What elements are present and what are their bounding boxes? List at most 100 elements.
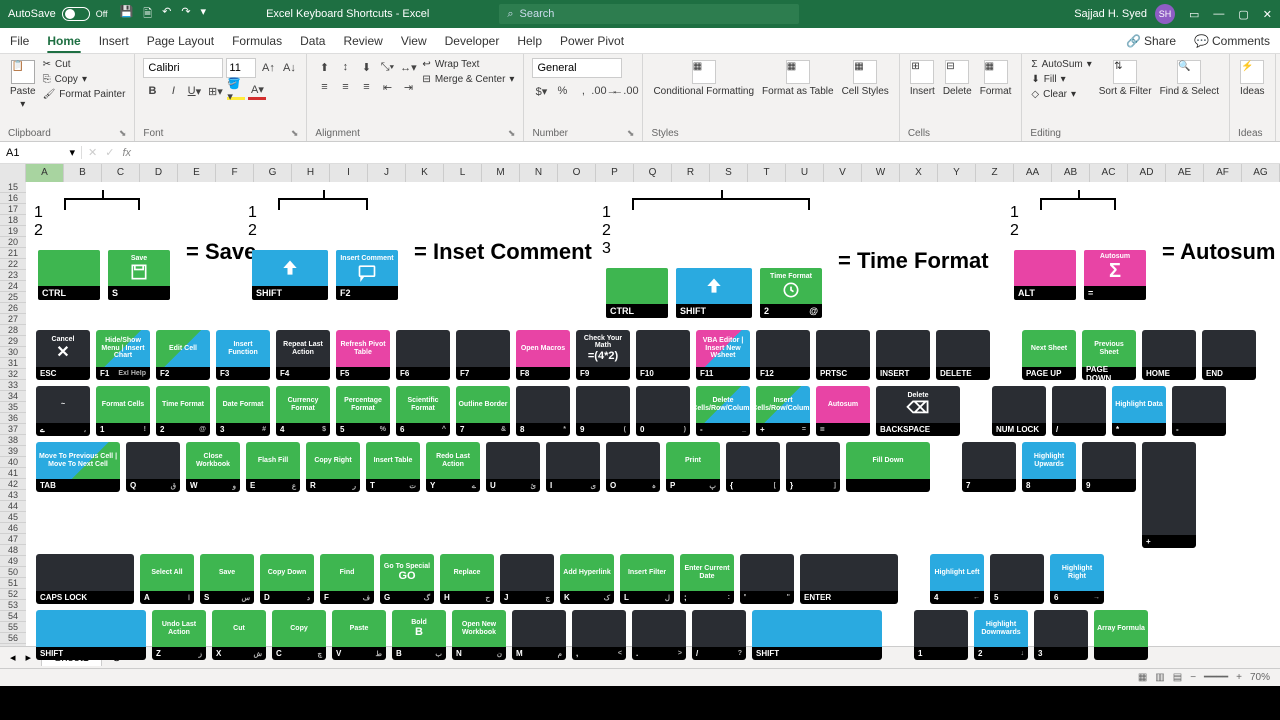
bold-button[interactable]: B <box>143 82 161 100</box>
sheet-nav-prev-icon[interactable]: ◂ <box>10 651 16 664</box>
view-break-icon[interactable]: ▤ <box>1173 672 1182 683</box>
fill-color-button[interactable]: 🪣▾ <box>227 82 245 100</box>
tab-insert[interactable]: Insert <box>99 34 129 48</box>
cut-button[interactable]: ✂ Cut <box>42 58 127 71</box>
font-dialog-icon[interactable]: ⬊ <box>291 128 299 139</box>
search-box[interactable]: ⌕ Search <box>499 4 799 24</box>
copy-button[interactable]: ⎘ Copy ▾ <box>42 73 127 86</box>
paste-button[interactable]: 📋Paste▾ <box>8 58 38 112</box>
zoom-out-icon[interactable]: − <box>1190 672 1196 683</box>
italic-button[interactable]: I <box>164 82 182 100</box>
merge-center-button[interactable]: ⊟ Merge & Center ▾ <box>421 73 515 86</box>
align-right-icon[interactable]: ≡ <box>357 78 375 96</box>
tab-page-layout[interactable]: Page Layout <box>147 34 214 48</box>
clipboard-dialog-icon[interactable]: ⬊ <box>119 128 127 139</box>
inc-decimal-icon[interactable]: .00→ <box>595 82 613 100</box>
align-middle-icon[interactable]: ↕ <box>336 58 354 76</box>
format-cells-button[interactable]: ▦Format <box>978 58 1014 99</box>
conditional-formatting-button[interactable]: ▦Conditional Formatting <box>651 58 756 99</box>
worksheet[interactable]: 1 2 CTRL SaveS = Save 1 2 SHIFT Insert C… <box>26 182 1280 646</box>
zoom-in-icon[interactable]: + <box>1236 672 1242 683</box>
minimize-icon[interactable]: — <box>1213 8 1224 21</box>
keycap-3: Date Format3# <box>216 386 270 436</box>
alignment-dialog-icon[interactable]: ⬊ <box>508 128 516 139</box>
qat-dropdown-icon[interactable]: ▾ <box>201 5 207 24</box>
tab-data[interactable]: Data <box>300 34 325 48</box>
view-normal-icon[interactable]: ▦ <box>1138 672 1147 683</box>
align-center-icon[interactable]: ≡ <box>336 78 354 96</box>
keycap-8: 8* <box>516 386 570 436</box>
keycap-r: Copy RightRر <box>306 442 360 492</box>
align-left-icon[interactable]: ≡ <box>315 78 333 96</box>
status-bar: ▦ ▥ ▤ − ━━━━ + 70% <box>0 668 1280 686</box>
percent-icon[interactable]: % <box>553 82 571 100</box>
font-name-input[interactable] <box>143 58 223 78</box>
view-layout-icon[interactable]: ▥ <box>1155 672 1164 683</box>
redo-icon[interactable]: ↷ <box>181 5 190 24</box>
indent-inc-icon[interactable]: ⇥ <box>399 78 417 96</box>
fx-enter-icon[interactable]: ✓ <box>105 146 114 159</box>
row-headers[interactable]: 1516171819202122232425262728293031323334… <box>0 182 26 646</box>
decrease-font-icon[interactable]: A↓ <box>280 59 298 77</box>
keycap-n: Open New WorkbookNن <box>452 610 506 660</box>
indent-dec-icon[interactable]: ⇤ <box>378 78 396 96</box>
font-size-input[interactable] <box>226 58 256 78</box>
tab-power-pivot[interactable]: Power Pivot <box>560 34 624 48</box>
wrap-text-button[interactable]: ↩ Wrap Text <box>421 58 515 71</box>
ribbon: 📋Paste▾ ✂ Cut ⎘ Copy ▾ 🖌 Format Painter … <box>0 54 1280 142</box>
format-as-table-button[interactable]: ▦Format as Table <box>760 58 836 99</box>
undo-icon[interactable]: ↶ <box>162 5 171 24</box>
align-bottom-icon[interactable]: ⬇ <box>357 58 375 76</box>
numpad-1: 1 <box>914 610 968 660</box>
keycap-q: Qق <box>126 442 180 492</box>
comments-button[interactable]: 💬 Comments <box>1194 34 1270 48</box>
zoom-level[interactable]: 70% <box>1250 672 1270 683</box>
tab-formulas[interactable]: Formulas <box>232 34 282 48</box>
keycap-i: Iی <box>546 442 600 492</box>
tab-developer[interactable]: Developer <box>445 34 500 48</box>
tab-review[interactable]: Review <box>343 34 382 48</box>
delete-cells-button[interactable]: ⊟Delete <box>941 58 974 99</box>
tab-help[interactable]: Help <box>517 34 542 48</box>
cell-styles-button[interactable]: ▦Cell Styles <box>840 58 891 99</box>
keycap-s: SaveSس <box>200 554 254 604</box>
column-headers[interactable]: ABCDEFGHIJKLMNOPQRSTUVWXYZAAABACADAEAFAG <box>0 164 1280 182</box>
maximize-icon[interactable]: ▢ <box>1238 8 1248 21</box>
ribbon-mode-icon[interactable]: ▭ <box>1189 8 1199 21</box>
align-top-icon[interactable]: ⬆ <box>315 58 333 76</box>
user-account[interactable]: Sajjad H. Syed SH <box>1074 4 1175 24</box>
keycap--: Delete Cells/Row/Column-_ <box>696 386 750 436</box>
tab-home[interactable]: Home <box>47 34 80 48</box>
fill-button[interactable]: ⬇ Fill ▾ <box>1030 73 1092 86</box>
border-button[interactable]: ⊞▾ <box>206 82 224 100</box>
autosum-button[interactable]: Σ AutoSum ▾ <box>1030 58 1092 71</box>
increase-font-icon[interactable]: A↑ <box>259 59 277 77</box>
save-icon[interactable]: 💾 <box>120 5 134 24</box>
name-box[interactable]: A1▾ <box>0 146 82 159</box>
tab-file[interactable]: File <box>10 34 29 48</box>
clear-button[interactable]: ◇ Clear ▾ <box>1030 88 1092 101</box>
font-color-button[interactable]: A▾ <box>248 82 266 100</box>
close-icon[interactable]: ✕ <box>1263 8 1272 21</box>
underline-button[interactable]: U▾ <box>185 82 203 100</box>
sheet-nav-next-icon[interactable]: ▸ <box>26 651 32 664</box>
keycap-f8: Open MacrosF8 <box>516 330 570 380</box>
keycap-a: Select AllAا <box>140 554 194 604</box>
autosave-toggle[interactable]: AutoSave Off <box>8 7 108 21</box>
format-painter-button[interactable]: 🖌 Format Painter <box>42 88 127 101</box>
find-select-button[interactable]: 🔍Find & Select <box>1158 58 1221 99</box>
dec-decimal-icon[interactable]: ←.00 <box>616 82 634 100</box>
number-dialog-icon[interactable]: ⬊ <box>627 128 635 139</box>
orientation-icon[interactable]: ⤡▾ <box>378 58 396 76</box>
ideas-button[interactable]: ⚡Ideas <box>1238 58 1266 99</box>
fx-cancel-icon[interactable]: ✕ <box>88 146 97 159</box>
comma-icon[interactable]: , <box>574 82 592 100</box>
autosave-icon[interactable]: 🗎 <box>143 5 152 24</box>
fx-icon[interactable]: fx <box>122 147 131 159</box>
sort-filter-button[interactable]: ⇅Sort & Filter <box>1097 58 1154 99</box>
tab-view[interactable]: View <box>401 34 427 48</box>
currency-icon[interactable]: $▾ <box>532 82 550 100</box>
number-format-select[interactable] <box>532 58 622 78</box>
share-button[interactable]: 🔗 Share <box>1126 34 1176 48</box>
insert-cells-button[interactable]: ⊞Insert <box>908 58 937 99</box>
